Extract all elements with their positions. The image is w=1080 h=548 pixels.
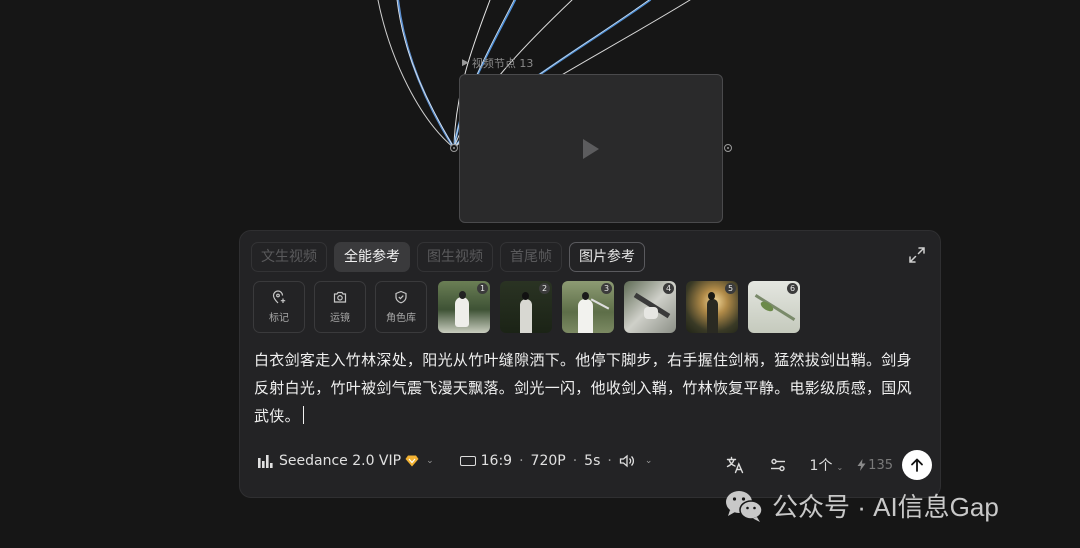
resolution-value[interactable]: 720P	[531, 453, 566, 469]
mode-tabs: 文生视频 全能参考 图生视频 首尾帧 图片参考	[251, 242, 645, 272]
speaker-icon[interactable]	[619, 454, 635, 468]
text-caret	[302, 406, 304, 424]
expand-icon[interactable]	[908, 246, 926, 264]
reference-image-5[interactable]: 5	[686, 281, 738, 333]
play-icon[interactable]	[581, 138, 601, 160]
node-output-port[interactable]	[724, 144, 732, 152]
character-library-label: 角色库	[386, 313, 416, 324]
reference-image-6[interactable]: 6	[748, 281, 800, 333]
send-button[interactable]	[902, 450, 932, 480]
aspect-ratio-icon	[459, 456, 476, 466]
tab-image-to-video[interactable]: 图生视频	[417, 242, 493, 272]
settings-sliders-icon[interactable]	[769, 456, 787, 474]
location-pin-plus-icon	[272, 290, 286, 304]
mark-label: 标记	[269, 313, 289, 324]
tool-buttons: 标记 运镜 角色库	[253, 281, 427, 333]
arrow-up-icon	[911, 458, 923, 472]
vip-diamond-icon	[405, 455, 419, 467]
output-count-value: 1个	[809, 458, 833, 474]
camera-move-label: 运镜	[330, 313, 350, 324]
reference-number: 4	[663, 283, 674, 294]
reference-image-1[interactable]: 1	[438, 281, 490, 333]
chevron-down-icon[interactable]: ⌄	[426, 456, 434, 466]
lightning-icon	[857, 459, 866, 471]
translate-icon[interactable]	[726, 456, 744, 474]
aspect-ratio-value[interactable]: 16:9	[481, 453, 512, 469]
tab-first-last-frame[interactable]: 首尾帧	[500, 242, 562, 272]
reference-image-4[interactable]: 4	[624, 281, 676, 333]
tab-image-reference[interactable]: 图片参考	[569, 242, 645, 272]
prompt-text: 白衣剑客走入竹林深处，阳光从竹叶缝隙洒下。他停下脚步，右手握住剑柄，猛然拔剑出鞘…	[254, 351, 912, 425]
signal-bars-icon	[258, 454, 273, 468]
credits-cost: 135	[857, 458, 893, 473]
output-count-selector[interactable]: 1个 ⌄	[810, 455, 844, 475]
node-input-port[interactable]	[450, 144, 458, 152]
prompt-textarea[interactable]: 白衣剑客走入竹林深处，阳光从竹叶缝隙洒下。他停下脚步，右手握住剑柄，猛然拔剑出鞘…	[254, 346, 924, 430]
camera-icon	[333, 291, 347, 303]
video-node-label: 视频节点 13	[471, 57, 534, 70]
wechat-icon	[726, 490, 763, 522]
video-node[interactable]	[459, 74, 723, 223]
character-library-button[interactable]: 角色库	[375, 281, 427, 333]
reference-number: 2	[539, 283, 550, 294]
watermark: 公众号 · AI信息Gap	[724, 487, 999, 524]
generation-settings: Seedance 2.0 VIP ⌄ 16:9 · 720P · 5s · ⌄	[258, 453, 652, 469]
chevron-down-icon[interactable]: ⌄	[645, 456, 653, 466]
reference-number: 5	[725, 283, 736, 294]
mark-button[interactable]: 标记	[253, 281, 305, 333]
reference-image-3[interactable]: 3	[562, 281, 614, 333]
shield-icon	[395, 290, 407, 304]
tab-text-to-video[interactable]: 文生视频	[251, 242, 327, 272]
reference-number: 1	[477, 283, 488, 294]
camera-move-button[interactable]: 运镜	[314, 281, 366, 333]
model-selector[interactable]: Seedance 2.0 VIP	[279, 453, 401, 469]
reference-number: 6	[787, 283, 798, 294]
duration-value[interactable]: 5s	[584, 453, 600, 469]
tab-all-reference[interactable]: 全能参考	[334, 242, 410, 272]
action-bar: 1个 ⌄ 135	[726, 450, 932, 480]
play-small-icon: ▶	[462, 58, 469, 68]
reference-number: 3	[601, 283, 612, 294]
reference-images: 1 2 3 4 5 6	[438, 281, 800, 333]
watermark-text: 公众号 · AI信息Gap	[772, 492, 999, 522]
generation-panel: 文生视频 全能参考 图生视频 首尾帧 图片参考 标记 运镜 角色库 1 2 3 …	[239, 230, 941, 498]
video-node-title: ▶ 视频节点 13	[462, 55, 533, 71]
reference-image-2[interactable]: 2	[500, 281, 552, 333]
credits-value: 135	[868, 457, 893, 473]
